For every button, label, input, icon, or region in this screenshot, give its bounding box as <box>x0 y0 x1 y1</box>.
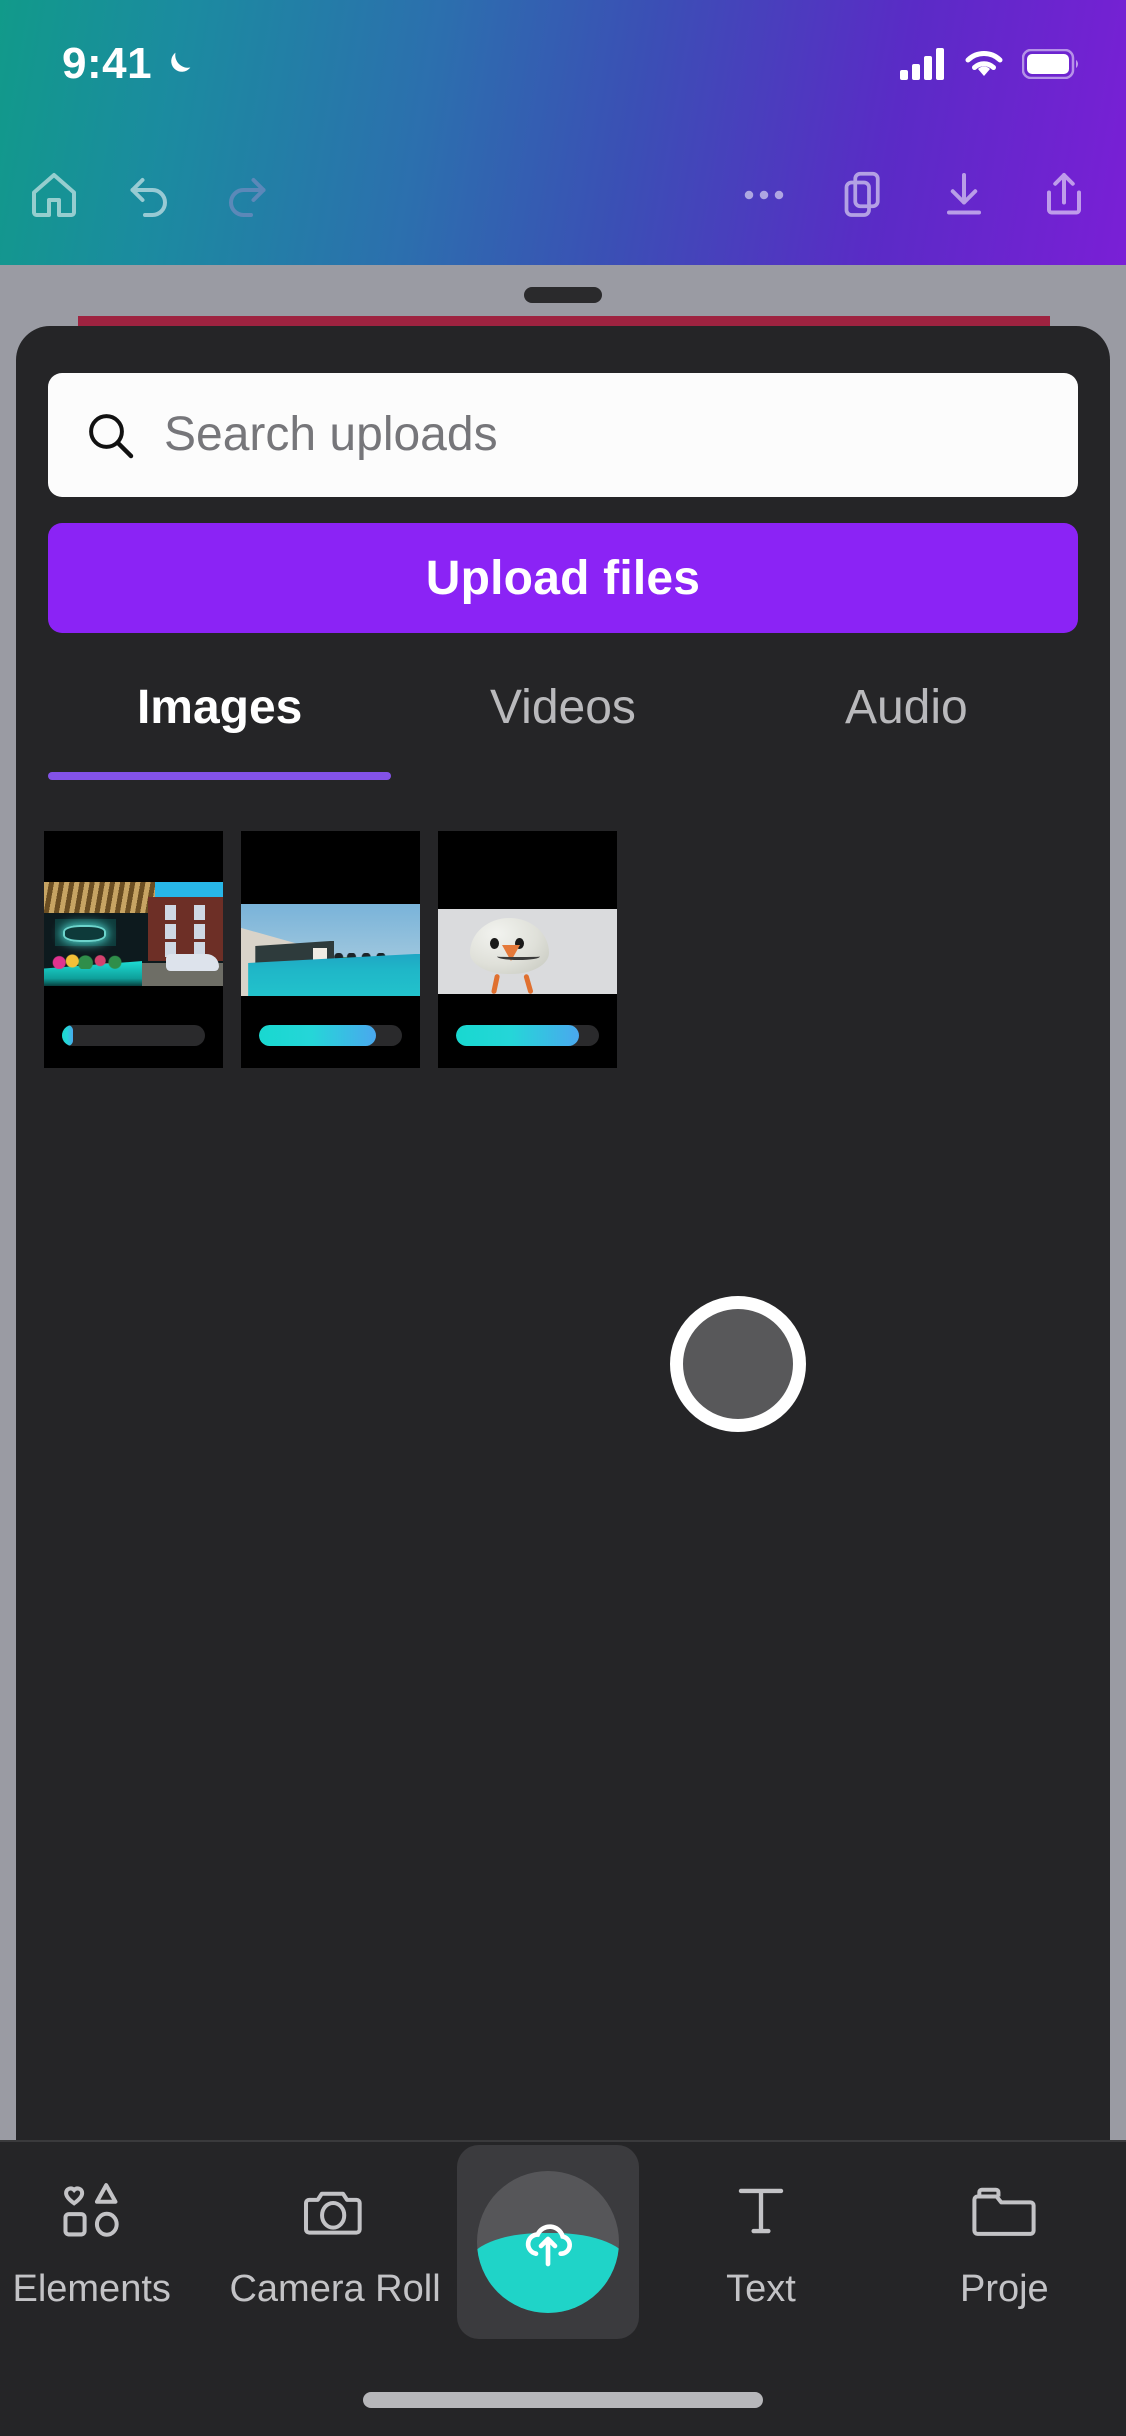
home-button[interactable] <box>6 147 102 243</box>
wifi-icon <box>965 51 1003 76</box>
cellular-signal-icon <box>900 48 944 80</box>
redo-button[interactable] <box>198 147 294 243</box>
search-icon <box>89 414 134 459</box>
nav-item-text-label: Text <box>726 2267 796 2310</box>
uploads-grid <box>44 831 617 1068</box>
more-horizontal-icon <box>744 190 784 200</box>
tab-images-label: Images <box>136 681 303 734</box>
egg-character-thumbnail <box>438 909 617 994</box>
status-bar-right <box>900 48 1080 80</box>
download-button[interactable] <box>916 147 1012 243</box>
camera-icon <box>298 2174 372 2248</box>
duplicate-pages-icon <box>844 171 880 217</box>
upload-progress-track <box>62 1025 205 1046</box>
uploads-tabs: Images Videos Audio <box>48 668 1078 786</box>
nav-item-elements[interactable]: Elements <box>0 2174 213 2311</box>
nav-item-elements-label: Elements <box>12 2267 171 2310</box>
upload-progress-fill <box>456 1025 579 1046</box>
infinity-pool-thumbnail <box>241 904 420 996</box>
status-bar: 9:41 <box>0 0 1126 100</box>
cloud-upload-icon <box>477 2171 620 2313</box>
bottom-navigation: Elements Camera Roll Text Proje <box>0 2140 1126 2436</box>
tab-active-underline <box>48 772 392 780</box>
drag-handle[interactable] <box>524 287 602 303</box>
status-bar-left: 9:41 <box>62 42 196 86</box>
editor-toolbar <box>0 140 1126 250</box>
upload-item-egg-character[interactable] <box>438 831 617 1068</box>
tab-audio[interactable]: Audio <box>735 668 1078 786</box>
upload-progress-track <box>456 1025 599 1046</box>
uploads-panel: Search uploads Upload files Images Video… <box>16 326 1110 2336</box>
app-screen: 9:41 Search uploads Upload files Images … <box>0 0 1126 2436</box>
search-input[interactable]: Search uploads <box>48 373 1078 497</box>
upload-item-neon-street[interactable] <box>44 831 223 1068</box>
nav-item-text[interactable]: Text <box>639 2174 882 2311</box>
home-icon <box>32 173 76 217</box>
nav-item-projects[interactable]: Proje <box>883 2174 1126 2311</box>
search-placeholder: Search uploads <box>164 408 498 461</box>
upload-item-infinity-pool[interactable] <box>241 831 420 1068</box>
home-indicator[interactable] <box>363 2392 763 2408</box>
undo-button[interactable] <box>102 147 198 243</box>
upload-spinner <box>670 1296 806 1432</box>
battery-full-icon <box>1022 49 1078 79</box>
share-button[interactable] <box>1016 147 1112 243</box>
tab-audio-label: Audio <box>844 681 968 734</box>
upload-files-button[interactable]: Upload files <box>48 523 1078 633</box>
upload-progress-fill <box>259 1025 377 1046</box>
upload-progress-fill <box>62 1025 74 1046</box>
editor-header: 9:41 <box>0 0 1126 265</box>
neon-street-thumbnail <box>44 882 223 986</box>
crescent-moon-icon <box>171 52 191 72</box>
folder-icon <box>967 2174 1041 2248</box>
pages-button[interactable] <box>816 147 912 243</box>
nav-item-camera-roll-label: Camera Roll <box>229 2267 441 2310</box>
more-options-button[interactable] <box>716 147 812 243</box>
undo-arrow-icon <box>130 178 167 217</box>
status-bar-time: 9:41 <box>62 39 153 88</box>
upload-files-label: Upload files <box>425 551 701 605</box>
shapes-icon <box>55 2174 129 2248</box>
nav-item-camera-roll[interactable]: Camera Roll <box>213 2174 456 2311</box>
nav-item-projects-label: Proje <box>959 2267 1049 2310</box>
text-t-icon <box>724 2174 798 2248</box>
tab-videos-label: Videos <box>490 681 636 734</box>
tab-videos[interactable]: Videos <box>391 668 734 786</box>
redo-arrow-icon <box>229 178 266 217</box>
download-icon <box>947 173 981 215</box>
upload-progress-track <box>259 1025 402 1046</box>
share-upload-icon <box>1047 173 1081 215</box>
tab-images[interactable]: Images <box>48 668 392 786</box>
nav-item-uploads[interactable] <box>456 2145 640 2339</box>
